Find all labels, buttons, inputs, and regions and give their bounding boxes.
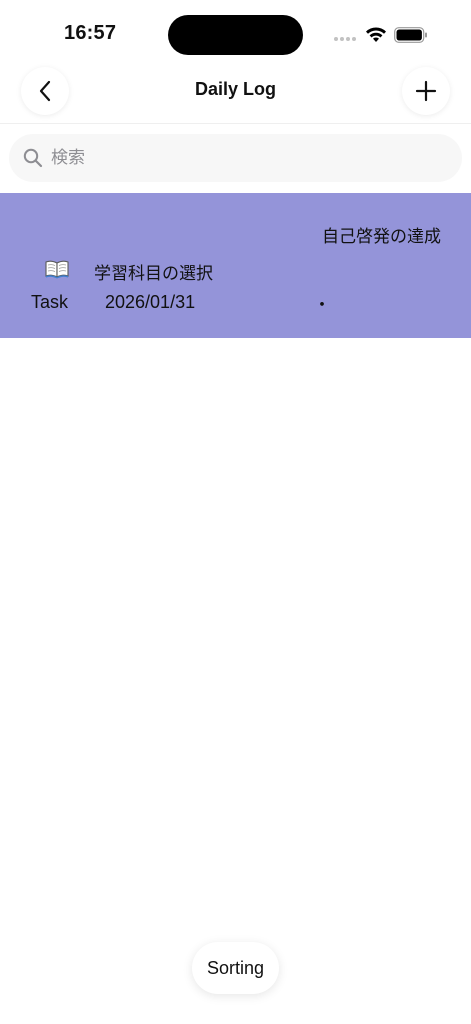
search-icon	[23, 148, 43, 168]
plus-icon	[415, 80, 437, 102]
dynamic-island	[168, 15, 303, 55]
log-list-item[interactable]: 自己啓発の達成 学習科目の選択 Task 2026/01/31 ・	[0, 193, 471, 338]
page-title: Daily Log	[194, 79, 276, 99]
status-time: 16:57	[64, 22, 117, 44]
item-category: 自己啓発の達成	[322, 227, 441, 247]
wifi-icon	[366, 27, 386, 42]
item-date: 2026/01/31	[105, 292, 196, 312]
add-button[interactable]	[402, 67, 450, 115]
sorting-button[interactable]: Sorting	[192, 942, 279, 994]
search-input[interactable]	[51, 148, 431, 168]
item-marker: ・	[313, 295, 331, 315]
status-bar: 16:57	[0, 0, 471, 64]
cellular-signal-icon	[334, 37, 356, 41]
navigation-bar: Daily Log	[0, 62, 471, 124]
book-icon	[45, 260, 69, 279]
item-title: 学習科目の選択	[94, 264, 213, 284]
battery-icon	[394, 27, 427, 43]
item-type: Task	[31, 292, 69, 312]
search-bar[interactable]	[9, 134, 462, 182]
